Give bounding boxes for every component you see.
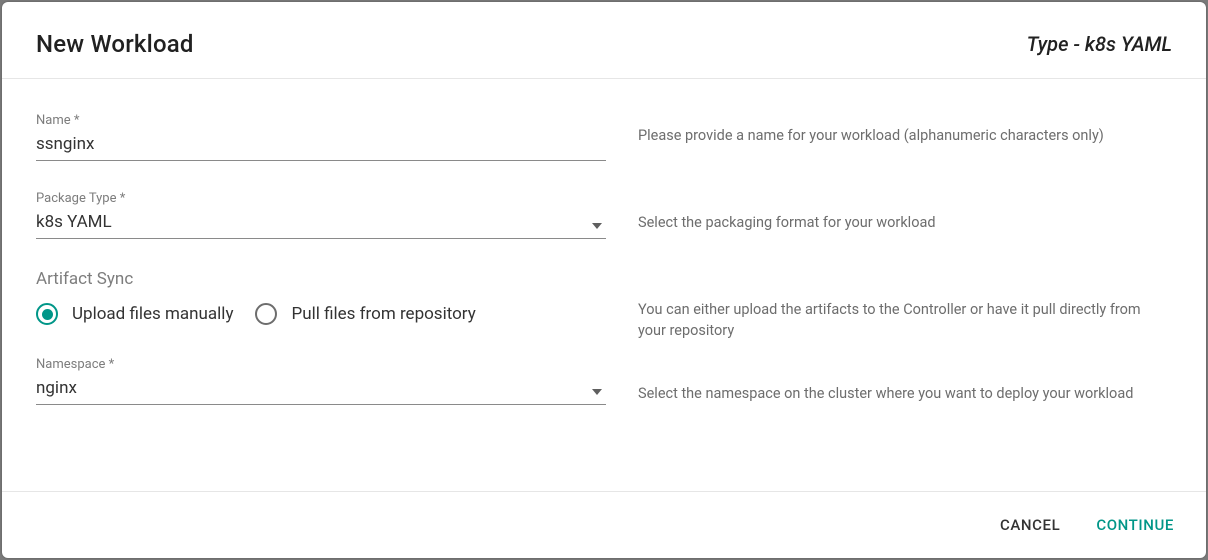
artifact-upload-radio[interactable]: Upload files manually	[36, 303, 233, 325]
package-type-hint: Select the packaging format for your wor…	[638, 212, 1172, 233]
package-type-field-wrap: Package Type *	[36, 191, 606, 239]
namespace-label: Namespace *	[36, 357, 606, 372]
artifact-sync-row: Artifact Sync Upload files manually Pull…	[36, 269, 606, 325]
type-value: k8s YAML	[1085, 32, 1172, 56]
namespace-hint: Select the namespace on the cluster wher…	[638, 383, 1172, 404]
package-type-select[interactable]	[36, 208, 606, 239]
name-field-wrap: Name *	[36, 113, 606, 161]
modal-title: New Workload	[36, 30, 194, 58]
radio-selected-icon	[36, 303, 58, 325]
new-workload-modal: New Workload Type - k8s YAML Name * Pack…	[2, 2, 1206, 558]
name-row: Name *	[36, 113, 606, 161]
package-type-row: Package Type *	[36, 191, 606, 239]
chevron-down-icon	[592, 223, 602, 229]
cancel-button[interactable]: CANCEL	[996, 510, 1064, 540]
name-hint: Please provide a name for your workload …	[638, 125, 1172, 146]
type-prefix: Type -	[1027, 32, 1085, 56]
artifact-sync-label: Artifact Sync	[36, 269, 133, 289]
name-input[interactable]	[36, 130, 606, 161]
namespace-row: Namespace *	[36, 357, 606, 405]
modal-header: New Workload Type - k8s YAML	[2, 2, 1206, 79]
name-label: Name *	[36, 113, 606, 128]
artifact-pull-label: Pull files from repository	[291, 304, 475, 324]
chevron-down-icon	[592, 389, 602, 395]
artifact-upload-label: Upload files manually	[72, 304, 233, 324]
modal-body: Name * Package Type * Artifact Sync Uplo…	[2, 79, 1206, 491]
continue-button[interactable]: CONTINUE	[1092, 510, 1178, 540]
package-type-label: Package Type *	[36, 191, 606, 206]
artifact-pull-radio[interactable]: Pull files from repository	[255, 303, 475, 325]
namespace-field-wrap: Namespace *	[36, 357, 606, 405]
hints-column: Please provide a name for your workload …	[638, 113, 1172, 481]
workload-type-indicator: Type - k8s YAML	[1027, 32, 1172, 56]
modal-footer: CANCEL CONTINUE	[2, 491, 1206, 558]
namespace-select[interactable]	[36, 374, 606, 405]
artifact-sync-radio-group: Upload files manually Pull files from re…	[36, 303, 476, 325]
form-column: Name * Package Type * Artifact Sync Uplo…	[36, 113, 606, 481]
artifact-sync-hint: You can either upload the artifacts to t…	[638, 299, 1172, 341]
radio-unselected-icon	[255, 303, 277, 325]
